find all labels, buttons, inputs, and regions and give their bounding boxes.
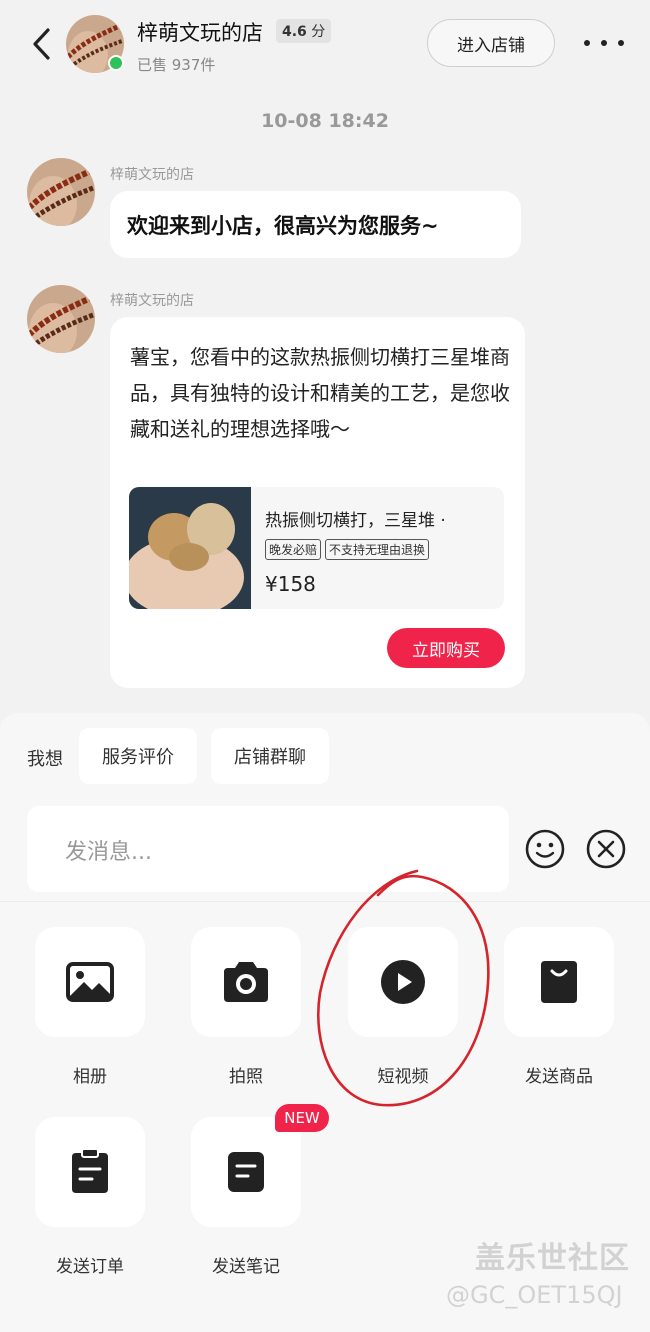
tool-album[interactable]: 相册 <box>35 927 145 1087</box>
new-badge: NEW <box>275 1104 329 1132</box>
shopping-bag-icon <box>541 961 577 1003</box>
tool-label: 拍照 <box>229 1067 263 1087</box>
message-bubble: 欢迎来到小店，很高兴为您服务~ <box>110 191 521 258</box>
close-panel-icon[interactable] <box>585 828 627 870</box>
quick-reply-chip-group-chat[interactable]: 店铺群聊 <box>211 728 329 784</box>
sold-count: 已售 937件 <box>137 56 216 74</box>
sender-name: 梓萌文玩的店 <box>110 167 194 183</box>
tool-label: 相册 <box>73 1067 107 1087</box>
message-text: 薯宝，您看中的这款热振侧切横打三星堆商品，具有独特的设计和精美的工艺，是您收藏和… <box>130 345 510 441</box>
product-tag: 晚发必赔 <box>265 539 322 560</box>
watermark-handle: @GC_OET15QJ <box>446 1281 623 1309</box>
product-tags: 晚发必赔 不支持无理由退换 <box>265 539 430 560</box>
shop-rating-badge: 4.6 分 <box>276 19 332 43</box>
camera-icon <box>224 962 268 1002</box>
product-tag: 不支持无理由退换 <box>325 539 430 560</box>
back-arrow-icon[interactable] <box>24 24 60 64</box>
product-title: 热振侧切横打，三星堆 · <box>265 511 446 531</box>
enter-shop-button[interactable]: 进入店铺 <box>427 19 555 67</box>
tool-camera[interactable]: 拍照 <box>191 927 301 1087</box>
product-message-bubble: 薯宝，您看中的这款热振侧切横打三星堆商品，具有独特的设计和精美的工艺，是您收藏和… <box>110 317 525 688</box>
product-card[interactable]: 热振侧切横打，三星堆 · 晚发必赔 不支持无理由退换 ¥158 <box>129 487 504 609</box>
sender-avatar[interactable] <box>27 158 95 226</box>
chat-header: 梓萌文玩的店 4.6 分 已售 937件 进入店铺 <box>0 0 650 86</box>
tool-send-note[interactable]: 发送笔记 <box>191 1117 301 1277</box>
shop-name[interactable]: 梓萌文玩的店 <box>137 17 263 47</box>
sender-avatar[interactable] <box>27 285 95 353</box>
online-status-dot <box>108 55 124 71</box>
message-input[interactable]: 发消息... <box>27 806 509 892</box>
tool-send-product[interactable]: 发送商品 <box>504 927 614 1087</box>
tool-label: 发送商品 <box>525 1067 593 1087</box>
quick-reply-chip-review[interactable]: 服务评价 <box>79 728 197 784</box>
emoji-icon[interactable] <box>524 828 566 870</box>
note-icon <box>228 1152 264 1192</box>
quick-reply-label: 我想 <box>27 749 63 770</box>
message-timestamp: 10-08 18:42 <box>261 110 389 132</box>
tool-label: 发送订单 <box>56 1257 124 1277</box>
buy-now-button[interactable]: 立即购买 <box>387 628 505 668</box>
tool-send-order[interactable]: 发送订单 <box>35 1117 145 1277</box>
sender-name: 梓萌文玩的店 <box>110 293 194 309</box>
tool-short-video[interactable]: 短视频 <box>348 927 458 1087</box>
tool-label: 发送笔记 <box>212 1257 280 1277</box>
tool-label: 短视频 <box>377 1067 429 1087</box>
more-options-icon[interactable] <box>584 28 624 58</box>
order-clipboard-icon <box>72 1149 108 1193</box>
album-icon <box>66 962 114 1002</box>
video-play-icon <box>381 960 425 1004</box>
divider <box>0 901 650 902</box>
product-price: ¥158 <box>265 572 316 596</box>
product-image <box>129 487 251 609</box>
watermark-title: 盖乐世社区 <box>475 1241 630 1276</box>
